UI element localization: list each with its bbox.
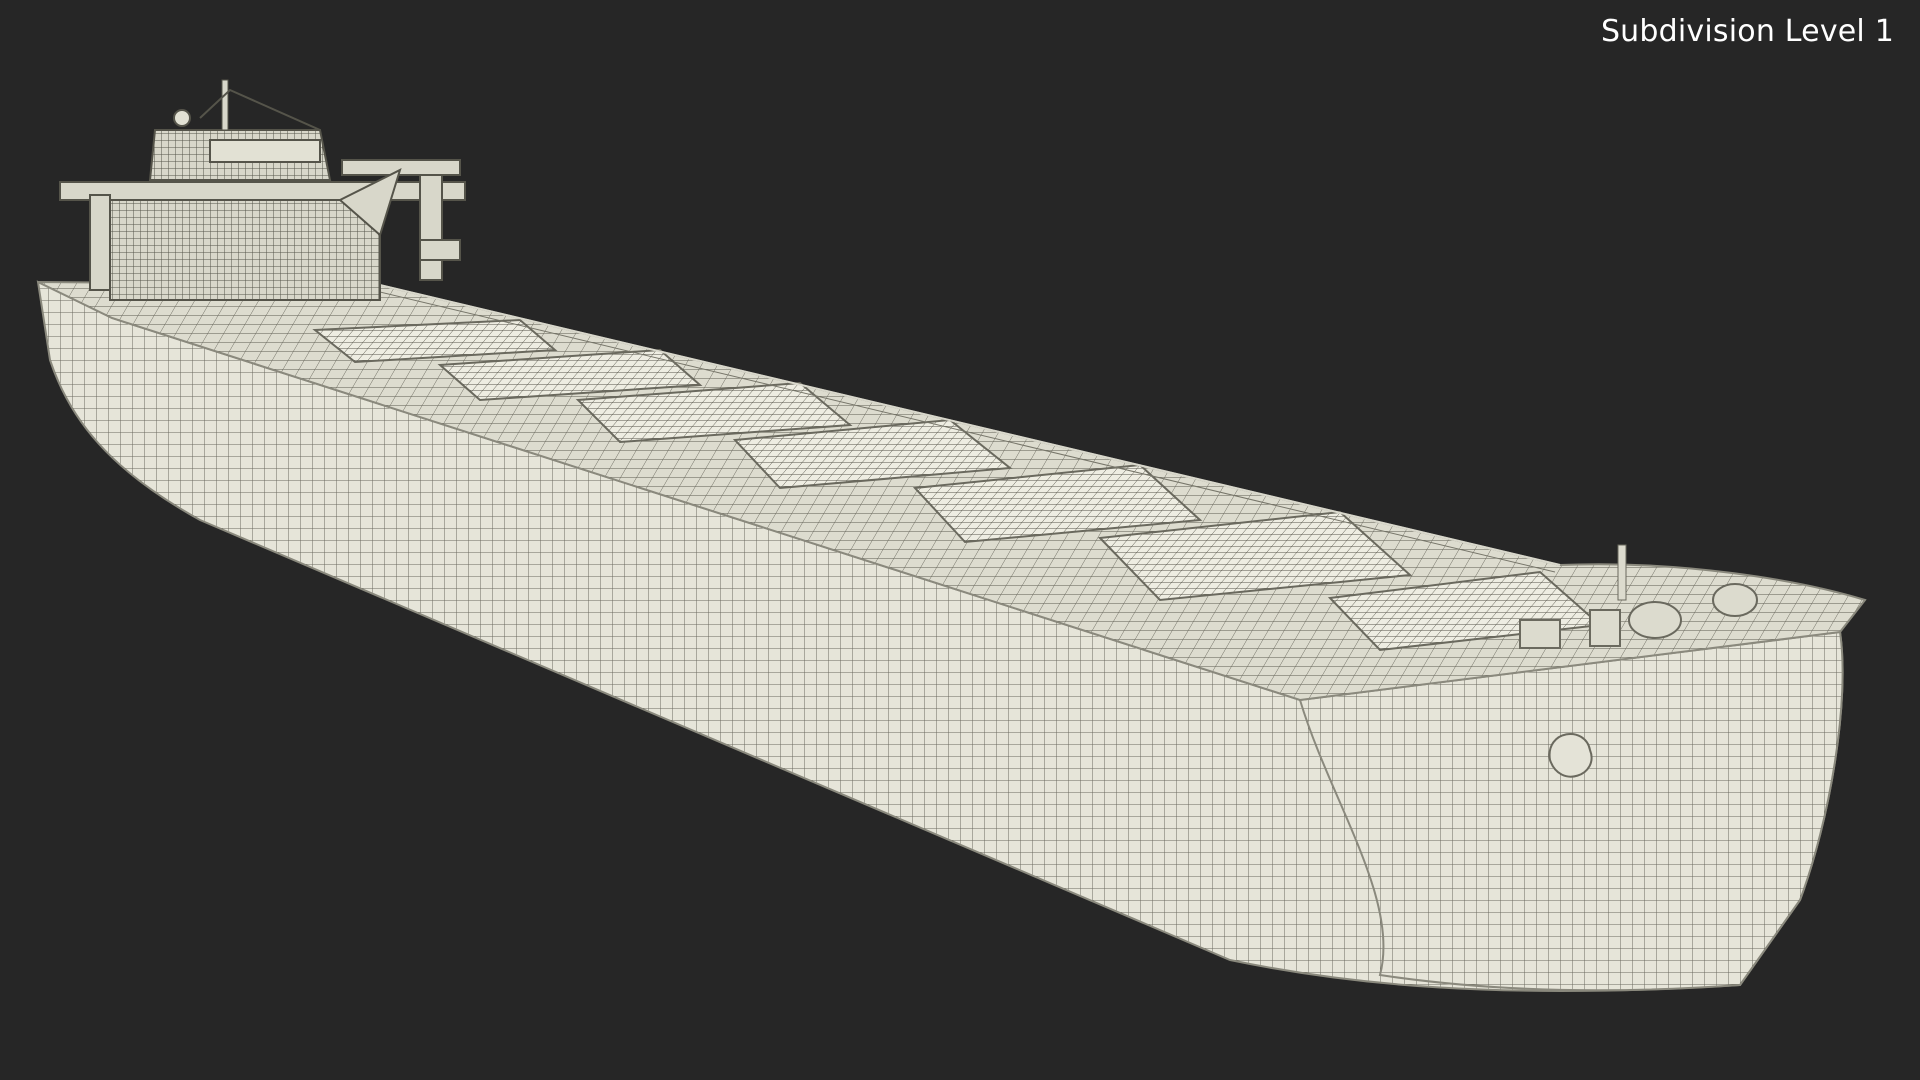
subdivision-level-label: Subdivision Level 1 <box>1600 14 1894 49</box>
superstructure <box>59 79 466 301</box>
ship-wireframe-render <box>36 79 1867 992</box>
render-viewport: Subdivision Level 1 <box>0 0 1920 1080</box>
